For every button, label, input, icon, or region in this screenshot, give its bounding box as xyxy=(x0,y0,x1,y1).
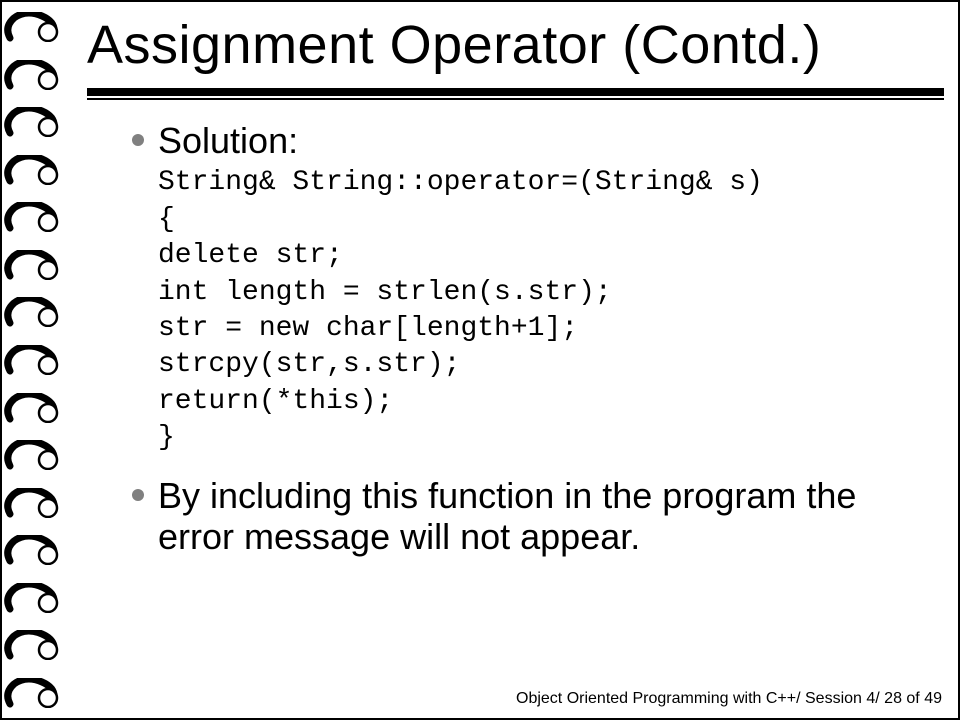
code-line: String& String::operator=(String& s) xyxy=(158,165,918,201)
thick-rule xyxy=(87,88,944,96)
code-line: } xyxy=(158,420,918,456)
ring-icon xyxy=(4,678,60,708)
code-line: { xyxy=(158,202,918,238)
bullet-label: By including this function in the progra… xyxy=(158,475,918,558)
ring-icon xyxy=(4,250,60,280)
slide-title: Assignment Operator (Contd.) xyxy=(87,18,944,72)
ring-icon xyxy=(4,12,60,42)
bullet-item: Solution: xyxy=(132,120,918,161)
code-line: strcpy(str,s.str); xyxy=(158,347,918,383)
bullet-icon xyxy=(132,489,144,501)
code-line: str = new char[length+1]; xyxy=(158,311,918,347)
ring-icon xyxy=(4,297,60,327)
bullet-label: Solution: xyxy=(158,120,298,161)
title-block: Assignment Operator (Contd.) xyxy=(87,18,944,100)
code-line: int length = strlen(s.str); xyxy=(158,275,918,311)
slide-frame: Assignment Operator (Contd.) Solution: S… xyxy=(0,0,960,720)
ring-icon xyxy=(4,630,60,660)
thin-rule xyxy=(87,98,944,100)
ring-icon xyxy=(4,155,60,185)
bullet-icon xyxy=(132,134,144,146)
ring-icon xyxy=(4,583,60,613)
code-block: String& String::operator=(String& s) { d… xyxy=(158,165,918,456)
spiral-binding xyxy=(4,6,60,714)
slide-content: Solution: String& String::operator=(Stri… xyxy=(132,120,918,559)
ring-icon xyxy=(4,535,60,565)
ring-icon xyxy=(4,60,60,90)
ring-icon xyxy=(4,488,60,518)
ring-icon xyxy=(4,440,60,470)
slide-footer: Object Oriented Programming with C++/ Se… xyxy=(516,690,942,708)
ring-icon xyxy=(4,345,60,375)
ring-icon xyxy=(4,107,60,137)
ring-icon xyxy=(4,202,60,232)
code-line: return(*this); xyxy=(158,384,918,420)
bullet-item: By including this function in the progra… xyxy=(132,475,918,558)
ring-icon xyxy=(4,393,60,423)
code-line: delete str; xyxy=(158,238,918,274)
